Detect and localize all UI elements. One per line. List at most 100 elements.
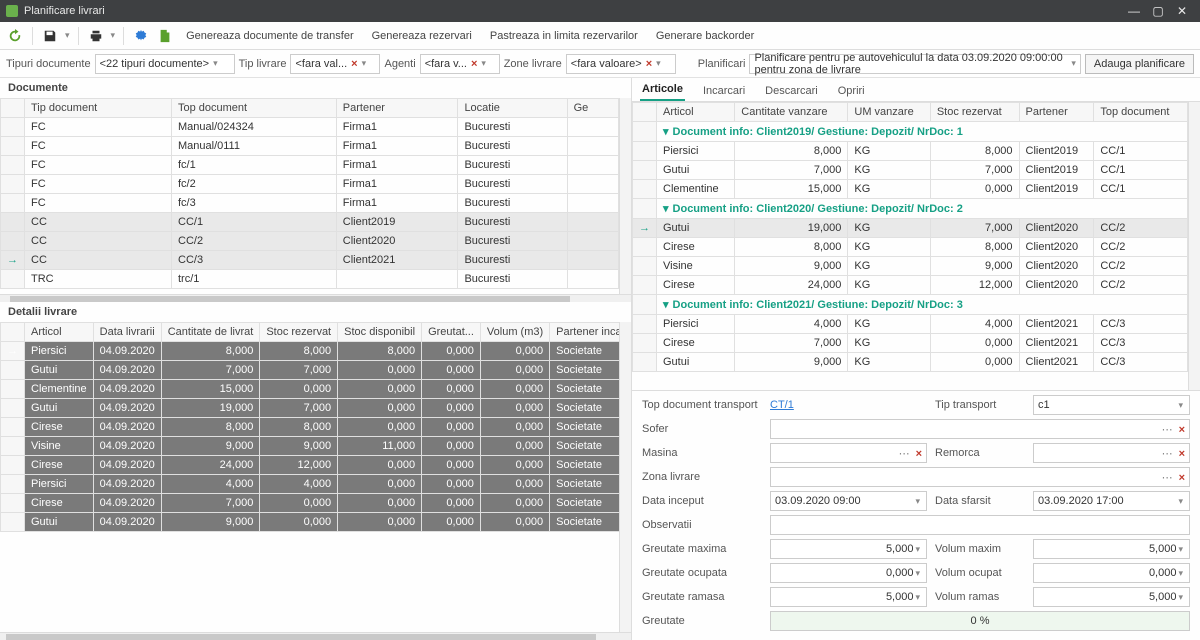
column-header[interactable]: Ge [567, 99, 618, 118]
table-row[interactable]: Cirese04.09.202024,00012,0000,0000,0000,… [1, 456, 620, 475]
table-row[interactable]: Gutui9,000KG0,000Client2021CC/3 [633, 353, 1188, 372]
column-header[interactable]: Articol [657, 103, 735, 122]
table-row[interactable]: Cirese7,000KG0,000Client2021CC/3 [633, 334, 1188, 353]
vertical-scrollbar[interactable] [1188, 102, 1200, 390]
table-row[interactable]: CCCC/1Client2019Bucuresti [1, 213, 619, 232]
save-dropdown[interactable]: ▾ [63, 30, 72, 41]
group-header-row[interactable]: ▾Document info: Client2019/ Gestiune: De… [633, 122, 1188, 142]
group-header-row[interactable]: ▾Document info: Client2021/ Gestiune: De… [633, 295, 1188, 315]
masina-input[interactable]: ⋯× [770, 443, 927, 463]
column-header[interactable]: Stoc rezervat [260, 323, 338, 342]
column-header[interactable]: Cantitate de livrat [161, 323, 260, 342]
table-row[interactable]: →Gutui19,000KG7,000Client2020CC/2 [633, 219, 1188, 238]
column-header[interactable]: Partener [1019, 103, 1094, 122]
settings-button[interactable] [130, 25, 152, 47]
table-row[interactable]: TRCtrc/1Bucuresti [1, 270, 619, 289]
minimize-button[interactable]: — [1122, 4, 1146, 18]
column-header[interactable]: Volum (m3) [480, 323, 549, 342]
column-header[interactable]: Cantitate vanzare [735, 103, 848, 122]
clear-icon[interactable]: × [646, 58, 652, 70]
filter-tipuri-field[interactable]: <22 tipuri documente>▾ [95, 54, 235, 74]
column-header[interactable]: UM vanzare [848, 103, 930, 122]
clear-icon[interactable]: × [471, 58, 477, 70]
table-row[interactable]: Cirese04.09.20207,0000,0000,0000,0000,00… [1, 494, 620, 513]
action-backorder[interactable]: Generare backorder [648, 30, 762, 42]
column-header[interactable]: Partener [336, 99, 458, 118]
documente-grid[interactable]: Tip documentTop documentPartenerLocatieG… [0, 98, 619, 294]
plan-select[interactable]: Planificare pentru pe autovehiculul la d… [749, 54, 1080, 74]
table-row[interactable]: Gutui04.09.20207,0007,0000,0000,0000,000… [1, 361, 620, 380]
table-row[interactable]: Cirese8,000KG8,000Client2020CC/2 [633, 238, 1188, 257]
action-gen-transfer[interactable]: Genereaza documente de transfer [178, 30, 362, 42]
group-header-row[interactable]: ▾Document info: Client2020/ Gestiune: De… [633, 199, 1188, 219]
table-row[interactable]: Cirese04.09.20208,0008,0000,0000,0000,00… [1, 418, 620, 437]
table-row[interactable]: FCfc/1Firma1Bucuresti [1, 156, 619, 175]
tab-descarcari[interactable]: Descarcari [763, 81, 820, 101]
clear-icon[interactable]: × [1179, 448, 1185, 460]
table-row[interactable]: Gutui04.09.20209,0000,0000,0000,0000,000… [1, 513, 620, 532]
greutate-max-input[interactable]: 5,000▾ [770, 539, 927, 559]
table-row[interactable]: Clementine04.09.202015,0000,0000,0000,00… [1, 380, 620, 399]
column-header[interactable]: Stoc rezervat [930, 103, 1019, 122]
data-sfarsit-input[interactable]: 03.09.2020 17:00▾ [1033, 491, 1190, 511]
clear-icon[interactable]: × [916, 448, 922, 460]
document-button[interactable] [154, 25, 176, 47]
filter-zone-field[interactable]: <fara valoare>×▾ [566, 54, 676, 74]
column-header[interactable]: Articol [25, 323, 94, 342]
remorca-input[interactable]: ⋯× [1033, 443, 1190, 463]
column-header[interactable]: Tip document [25, 99, 172, 118]
print-button[interactable] [85, 25, 107, 47]
close-button[interactable]: ✕ [1170, 4, 1194, 18]
add-planning-button[interactable]: Adauga planificare [1085, 54, 1194, 74]
table-row[interactable]: Clementine15,000KG0,000Client2019CC/1 [633, 180, 1188, 199]
zona-input[interactable]: ⋯× [770, 467, 1190, 487]
articole-grid[interactable]: ArticolCantitate vanzareUM vanzareStoc r… [632, 102, 1188, 390]
table-row[interactable]: Cirese24,000KG12,000Client2020CC/2 [633, 276, 1188, 295]
filter-tiplivrare-field[interactable]: <fara val...×▾ [290, 54, 380, 74]
horizontal-scrollbar[interactable] [0, 294, 631, 302]
table-row[interactable]: →CCCC/3Client2021Bucuresti [1, 251, 619, 270]
sofer-input[interactable]: ⋯× [770, 419, 1190, 439]
volum-max-input[interactable]: 5,000▾ [1033, 539, 1190, 559]
greutate-ramasa-input[interactable]: 5,000▾ [770, 587, 927, 607]
vertical-scrollbar[interactable] [619, 98, 631, 294]
horizontal-scrollbar[interactable] [0, 632, 631, 640]
action-gen-rezervari[interactable]: Genereaza rezervari [364, 30, 480, 42]
table-row[interactable]: Gutui7,000KG7,000Client2019CC/1 [633, 161, 1188, 180]
refresh-button[interactable] [4, 25, 26, 47]
data-inceput-input[interactable]: 03.09.2020 09:00▾ [770, 491, 927, 511]
column-header[interactable]: Stoc disponibil [338, 323, 422, 342]
table-row[interactable]: Gutui04.09.202019,0007,0000,0000,0000,00… [1, 399, 620, 418]
tip-transport-select[interactable]: c1▾ [1033, 395, 1190, 415]
maximize-button[interactable]: ▢ [1146, 4, 1170, 18]
table-row[interactable]: Piersici04.09.20204,0004,0000,0000,0000,… [1, 475, 620, 494]
tab-opriri[interactable]: Opriri [836, 81, 867, 101]
table-row[interactable]: →Piersici04.09.20208,0008,0008,0000,0000… [1, 342, 620, 361]
column-header[interactable]: Greutat... [422, 323, 481, 342]
table-row[interactable]: Piersici8,000KG8,000Client2019CC/1 [633, 142, 1188, 161]
top-doc-link[interactable]: CT/1 [770, 399, 927, 411]
table-row[interactable]: FCManual/024324Firma1Bucuresti [1, 118, 619, 137]
tab-articole[interactable]: Articole [640, 79, 685, 101]
table-row[interactable]: FCfc/2Firma1Bucuresti [1, 175, 619, 194]
clear-icon[interactable]: × [1179, 472, 1185, 484]
table-row[interactable]: FCfc/3Firma1Bucuresti [1, 194, 619, 213]
column-header[interactable]: Partener incarcare [550, 323, 619, 342]
table-row[interactable]: Visine04.09.20209,0009,00011,0000,0000,0… [1, 437, 620, 456]
greutate-ocupata-input[interactable]: 0,000▾ [770, 563, 927, 583]
table-row[interactable]: Piersici4,000KG4,000Client2021CC/3 [633, 315, 1188, 334]
observatii-input[interactable] [770, 515, 1190, 535]
volum-ocupat-input[interactable]: 0,000▾ [1033, 563, 1190, 583]
clear-icon[interactable]: × [1179, 424, 1185, 436]
table-row[interactable]: FCManual/0111Firma1Bucuresti [1, 137, 619, 156]
column-header[interactable]: Top document [172, 99, 337, 118]
tab-incarcari[interactable]: Incarcari [701, 81, 747, 101]
table-row[interactable]: Visine9,000KG9,000Client2020CC/2 [633, 257, 1188, 276]
volum-ramas-input[interactable]: 5,000▾ [1033, 587, 1190, 607]
column-header[interactable]: Locatie [458, 99, 567, 118]
save-button[interactable] [39, 25, 61, 47]
filter-agenti-field[interactable]: <fara v...×▾ [420, 54, 500, 74]
column-header[interactable]: Data livrarii [93, 323, 161, 342]
detalii-grid[interactable]: ArticolData livrariiCantitate de livratS… [0, 322, 619, 632]
action-pastreaza[interactable]: Pastreaza in limita rezervarilor [482, 30, 646, 42]
